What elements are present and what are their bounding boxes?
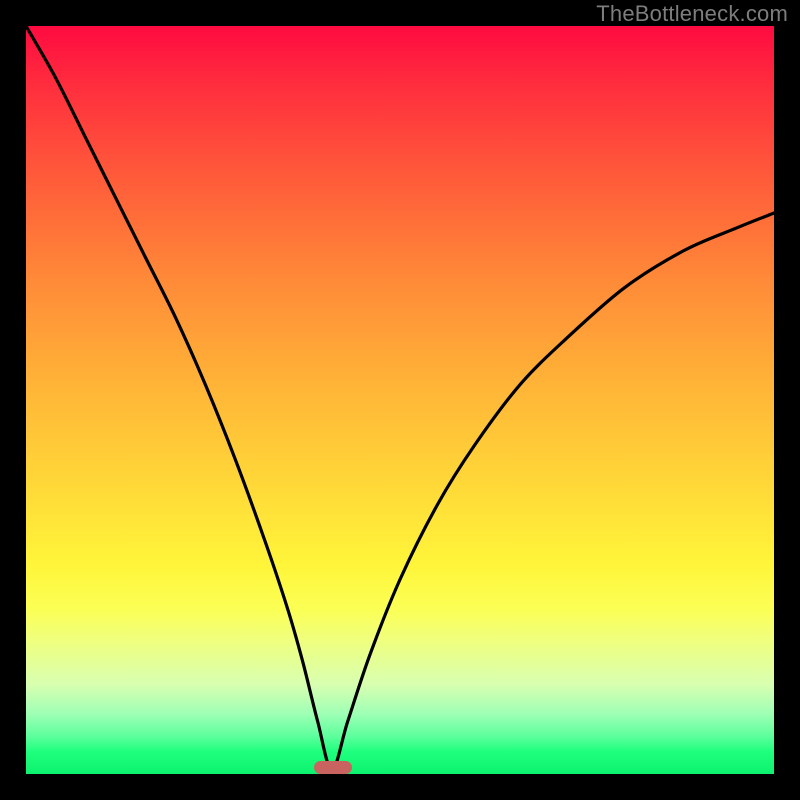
- plot-area: [26, 26, 774, 774]
- optimal-marker: [314, 761, 352, 774]
- chart-frame: TheBottleneck.com: [0, 0, 800, 800]
- bottleneck-curve: [26, 26, 774, 774]
- watermark-text: TheBottleneck.com: [596, 1, 788, 27]
